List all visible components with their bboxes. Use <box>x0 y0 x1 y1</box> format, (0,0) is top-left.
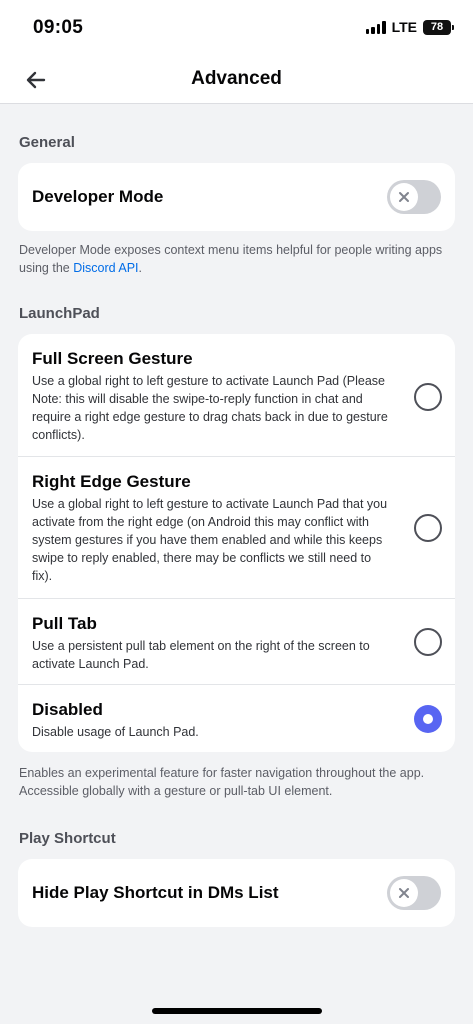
status-time: 09:05 <box>33 17 84 38</box>
hide-play-shortcut-row[interactable]: Hide Play Shortcut in DMs List <box>18 859 455 927</box>
discord-api-link[interactable]: Discord API <box>73 261 138 275</box>
network-type: LTE <box>391 19 417 35</box>
settings-content: General Developer Mode Developer Mode ex… <box>0 134 473 927</box>
launchpad-option-disabled[interactable]: Disabled Disable usage of Launch Pad. <box>18 684 455 752</box>
option-title: Right Edge Gesture <box>32 472 191 491</box>
close-icon <box>399 192 409 202</box>
developer-mode-footnote: Developer Mode exposes context menu item… <box>18 241 455 277</box>
developer-mode-label: Developer Mode <box>32 187 164 206</box>
section-header-general: General <box>19 134 75 151</box>
navigation-bar: Advanced <box>0 56 473 104</box>
close-icon <box>399 888 409 898</box>
launchpad-options-card: Full Screen Gesture Use a global right t… <box>18 334 455 752</box>
option-description: Use a persistent pull tab element on the… <box>32 639 370 671</box>
radio-button-full-screen-gesture[interactable] <box>414 383 442 411</box>
launchpad-footnote: Enables an experimental feature for fast… <box>19 766 425 798</box>
battery-level: 78 <box>430 21 444 33</box>
section-header-launchpad: LaunchPad <box>19 305 100 322</box>
developer-mode-card: Developer Mode <box>18 163 455 231</box>
developer-mode-row[interactable]: Developer Mode <box>18 163 455 231</box>
status-bar: 09:05 LTE 78 <box>0 0 473 56</box>
option-description: Use a global right to left gesture to ac… <box>32 374 388 442</box>
home-indicator[interactable] <box>152 1008 322 1014</box>
option-title: Disabled <box>32 700 103 719</box>
launchpad-option-right-edge-gesture[interactable]: Right Edge Gesture Use a global right to… <box>18 456 455 598</box>
radio-button-disabled[interactable] <box>414 705 442 733</box>
toggle-knob <box>390 183 418 211</box>
hide-play-shortcut-toggle[interactable] <box>387 876 441 910</box>
option-description: Disable usage of Launch Pad. <box>32 725 199 739</box>
toggle-knob <box>390 879 418 907</box>
hide-play-shortcut-label: Hide Play Shortcut in DMs List <box>32 883 279 902</box>
option-description: Use a global right to left gesture to ac… <box>32 497 388 583</box>
launchpad-option-pull-tab[interactable]: Pull Tab Use a persistent pull tab eleme… <box>18 598 455 684</box>
radio-button-right-edge-gesture[interactable] <box>414 514 442 542</box>
footnote-text-end: . <box>138 261 143 275</box>
launchpad-option-full-screen-gesture[interactable]: Full Screen Gesture Use a global right t… <box>18 334 455 456</box>
radio-button-pull-tab[interactable] <box>414 628 442 656</box>
status-indicators: LTE 78 <box>365 19 454 35</box>
signal-icon <box>365 20 386 34</box>
play-shortcut-card: Hide Play Shortcut in DMs List <box>18 859 455 927</box>
section-header-play-shortcut: Play Shortcut <box>19 830 116 847</box>
developer-mode-toggle[interactable] <box>387 180 441 214</box>
option-title: Full Screen Gesture <box>32 349 193 368</box>
battery-icon: 78 <box>423 19 454 35</box>
option-title: Pull Tab <box>32 614 97 633</box>
page-title: Advanced <box>191 68 282 89</box>
